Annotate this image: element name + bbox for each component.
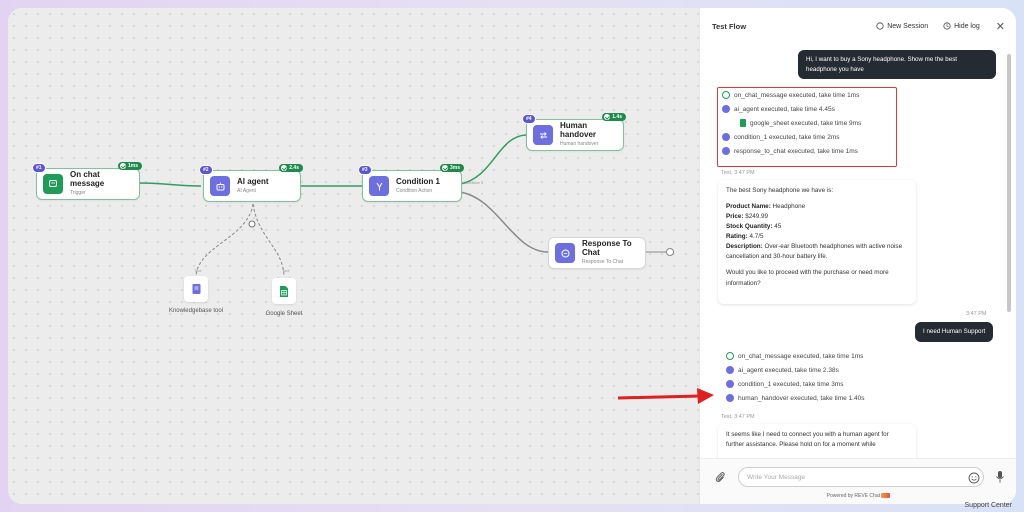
node-condition-1[interactable]: #3 3ms Condition 1 Condition Action xyxy=(358,164,464,202)
history-icon xyxy=(943,22,951,30)
node-title: On chat message xyxy=(70,170,105,189)
support-center-link[interactable]: Support Center xyxy=(965,502,1012,509)
tool-knowledgebase[interactable] xyxy=(184,276,208,302)
log-entry: condition_1 executed, take time 2ms xyxy=(722,133,840,141)
robot-log-icon xyxy=(722,105,730,113)
edge-condition-response xyxy=(459,191,549,253)
chat-log-icon xyxy=(726,352,734,360)
check-icon xyxy=(604,114,611,120)
node-subtitle: Condition Action xyxy=(396,187,433,194)
edge-end-circle xyxy=(666,248,674,256)
log-entry: google_sheet executed, take time 9ms xyxy=(740,119,861,127)
chat-bubble-icon xyxy=(876,22,884,30)
user-message: Hi, I want to buy a Sony headphone. Show… xyxy=(798,50,996,80)
node-human-handover[interactable]: #4 1.4s Human handover Human handover xyxy=(522,113,626,151)
reply-log-icon xyxy=(722,147,730,155)
message-composer: Powered by REVE Chat xyxy=(700,458,1016,504)
message-input[interactable] xyxy=(738,467,984,487)
message-timestamp: 3:47 PM xyxy=(966,311,987,317)
bot-message: It seems like I need to connect you with… xyxy=(718,424,916,458)
tool-label: Knowledgebase tool xyxy=(168,308,224,314)
book-icon xyxy=(192,284,200,294)
user-message: I need Human Support xyxy=(915,322,994,342)
log-entry: ai_agent executed, take time 4.45s xyxy=(722,105,835,113)
tool-google-sheet[interactable] xyxy=(272,278,296,304)
edge-label: Condition 1 xyxy=(463,180,484,185)
node-title: Condition 1 xyxy=(396,176,440,186)
node-title: AI agent xyxy=(237,176,269,186)
test-flow-panel: Test Flow New Session Hide log ✕ Hi, I w… xyxy=(699,8,1016,504)
node-time-badge: 3ms xyxy=(439,164,464,172)
handover-log-icon xyxy=(726,394,734,402)
tool-label: Google Sheet xyxy=(265,311,303,317)
tool-join-circle xyxy=(248,220,256,228)
microphone-icon[interactable] xyxy=(995,470,1005,489)
node-number: #1 xyxy=(32,163,46,173)
bot-message: The best Sony headphone we have is: Prod… xyxy=(718,180,916,304)
hide-log-button[interactable]: Hide log xyxy=(943,22,980,30)
emoji-icon[interactable] xyxy=(968,471,980,489)
panel-title: Test Flow xyxy=(712,21,747,31)
logo-icon xyxy=(881,493,891,499)
log-entry: on_chat_message executed, take time 1ms xyxy=(726,352,863,360)
new-session-button[interactable]: New Session xyxy=(876,22,928,30)
node-title: Response To Chat xyxy=(582,239,632,258)
node-subtitle: Trigger xyxy=(70,190,86,197)
edge-trigger-agent xyxy=(137,182,202,187)
branch-log-icon xyxy=(722,133,730,141)
handover-icon xyxy=(533,125,553,145)
branch-log-icon xyxy=(726,380,734,388)
sheet-log-icon xyxy=(740,119,746,127)
attach-icon[interactable] xyxy=(714,470,726,489)
node-number: #2 xyxy=(199,165,213,175)
node-ai-agent[interactable]: #2 2.4s AI agent AI Agent xyxy=(199,164,303,202)
flow-canvas[interactable]: #1 1ms On chat message Trigger #2 2.4s AI… xyxy=(8,8,708,504)
edge-condition-handover xyxy=(459,134,527,185)
tool-tag: Tool xyxy=(282,268,290,273)
node-time-badge: 1.4s xyxy=(602,113,626,121)
robot-icon xyxy=(210,176,230,196)
node-time-badge: 2.4s xyxy=(279,164,303,172)
spreadsheet-icon xyxy=(280,285,288,297)
message-list[interactable]: Hi, I want to buy a Sony headphone. Show… xyxy=(700,44,1016,458)
tool-tag: Tool xyxy=(194,268,202,273)
node-subtitle: Response To Chat xyxy=(582,259,624,266)
chat-log-icon xyxy=(722,91,730,99)
reply-icon xyxy=(555,243,575,263)
app-frame: #1 1ms On chat message Trigger #2 2.4s AI… xyxy=(8,8,1016,504)
message-timestamp: Test, 3:47 PM xyxy=(721,170,755,176)
check-icon xyxy=(441,165,448,171)
node-number: #3 xyxy=(358,165,372,175)
robot-log-icon xyxy=(726,366,734,374)
panel-header: Test Flow New Session Hide log ✕ xyxy=(700,8,1016,44)
edge-agent-sheet xyxy=(252,203,285,277)
powered-by: Powered by REVE Chat xyxy=(700,493,1016,499)
branch-icon xyxy=(369,176,389,196)
log-entry: response_to_chat executed, take time 1ms xyxy=(722,147,858,155)
message-timestamp: Test, 3:47 PM xyxy=(721,414,755,420)
edge-agent-kb xyxy=(195,203,254,277)
node-subtitle: Human handover xyxy=(560,141,599,148)
log-entry: on_chat_message executed, take time 1ms xyxy=(722,91,859,99)
check-icon xyxy=(119,163,126,169)
check-icon xyxy=(281,165,288,171)
log-entry: human_handover executed, take time 1.40s xyxy=(726,394,864,402)
scrollbar[interactable] xyxy=(1007,54,1011,312)
close-icon[interactable]: ✕ xyxy=(996,20,1005,33)
node-number: #4 xyxy=(522,114,536,124)
log-entry: condition_1 executed, take time 3ms xyxy=(726,380,844,388)
node-response-to-chat[interactable]: Response To Chat Response To Chat xyxy=(548,237,646,269)
log-highlight-box xyxy=(717,87,897,167)
node-on-chat-message[interactable]: #1 1ms On chat message Trigger xyxy=(32,162,142,200)
chat-icon xyxy=(43,174,63,194)
node-subtitle: AI Agent xyxy=(237,187,256,194)
log-entry: ai_agent executed, take time 2.38s xyxy=(726,366,839,374)
node-time-badge: 1ms xyxy=(117,162,142,170)
node-title: Human handover xyxy=(560,121,597,140)
